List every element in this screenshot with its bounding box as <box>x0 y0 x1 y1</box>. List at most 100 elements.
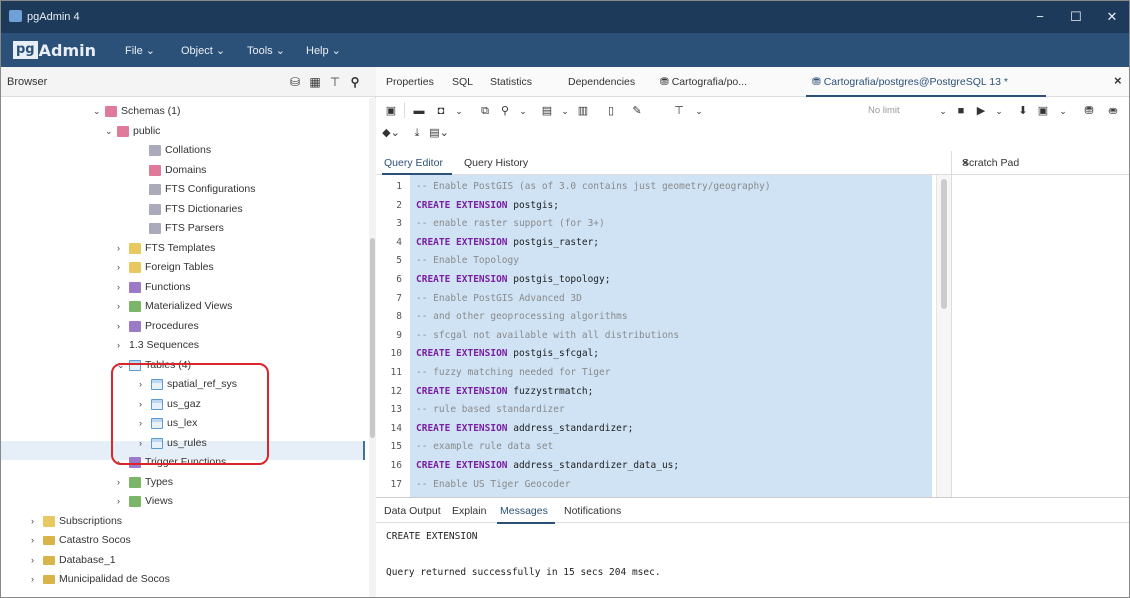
tab-statistics[interactable]: Statistics <box>490 76 532 88</box>
tree-node[interactable]: › Materialized Views <box>117 297 232 316</box>
chevron-right-icon[interactable]: › <box>117 239 129 258</box>
tree-node[interactable]: › Procedures <box>117 317 199 336</box>
chevron-right-icon[interactable]: › <box>31 512 43 531</box>
tab-query-editor[interactable]: Query Editor <box>384 157 443 169</box>
chevron-right-icon[interactable]: › <box>117 473 129 492</box>
delete-icon[interactable]: ▯ <box>600 102 622 120</box>
chevron-right-icon[interactable]: › <box>31 570 43 589</box>
macros-icon[interactable]: ▤⌄ <box>428 124 450 142</box>
line-number: 5 <box>396 255 402 267</box>
filter-icon[interactable]: ⊤ <box>668 102 690 120</box>
sql-editor[interactable]: 1 -- Enable PostGIS (as of 3.0 contains j… <box>376 175 936 497</box>
title-bar: pgAdmin 4 − ☐ ✕ <box>1 1 1129 33</box>
output-tabs: Data Output Explain Messages Notificatio… <box>376 497 1129 524</box>
output-line-1: CREATE EXTENSION <box>386 531 478 542</box>
sql-icon[interactable]: ⊤ <box>327 74 343 90</box>
line-number: 17 <box>390 478 402 490</box>
menu-help[interactable]: Help ⌄ <box>306 44 341 57</box>
tab-data-output[interactable]: Data Output <box>384 505 441 517</box>
scratch-close-icon[interactable]: × <box>962 157 1126 169</box>
tree-scrollbar-thumb[interactable] <box>370 238 375 438</box>
tree-node[interactable]: Domains <box>137 161 206 180</box>
tab-notifications[interactable]: Notifications <box>564 505 621 517</box>
minimize-button[interactable]: − <box>1025 7 1055 27</box>
tree-scrollbar[interactable] <box>369 98 376 597</box>
tree-node[interactable]: › Functions <box>117 278 191 297</box>
chevron-right-icon[interactable]: › <box>31 531 43 550</box>
tree-node[interactable]: ⌄ public <box>105 122 160 141</box>
tree-node[interactable]: ⌄ Schemas (1) <box>93 102 181 121</box>
open-folder-icon[interactable]: ▬ <box>408 102 430 120</box>
menu-file[interactable]: File ⌄ <box>125 44 155 57</box>
tree-node[interactable]: › Municipalidad de Socos <box>31 570 170 589</box>
db-tab-icon: ⛃ <box>660 76 672 88</box>
commit-icon[interactable]: ⛃ <box>1078 102 1100 120</box>
chevron-down-icon[interactable]: ⌄ <box>512 102 534 120</box>
tab-messages[interactable]: Messages <box>500 505 548 517</box>
chevron-right-icon[interactable]: › <box>117 258 129 277</box>
tree-node[interactable]: › FTS Templates <box>117 239 215 258</box>
chevron-right-icon[interactable]: › <box>117 492 129 511</box>
chevron-right-icon[interactable]: › <box>117 297 129 316</box>
line-number: 14 <box>390 422 402 434</box>
chevron-right-icon[interactable]: › <box>117 317 129 336</box>
tree-node[interactable]: › Types <box>117 473 173 492</box>
tree-node[interactable]: › Subscriptions <box>31 512 122 531</box>
tree-node[interactable]: FTS Dictionaries <box>137 200 243 219</box>
tab-query-tool[interactable]: ⛃ Cartografia/postgres@PostgreSQL 13 * <box>812 76 1008 88</box>
tree-node[interactable]: › Foreign Tables <box>117 258 214 277</box>
tab-query-history[interactable]: Query History <box>464 157 528 169</box>
chevron-down-icon[interactable]: ⌄ <box>688 102 710 120</box>
chevron-down-icon[interactable]: ⌄ <box>448 102 470 120</box>
tree-node-label: Subscriptions <box>59 515 123 527</box>
tab-cartografia-short[interactable]: ⛃ Cartografia/po... <box>660 76 747 88</box>
tab-properties[interactable]: Properties <box>386 76 434 88</box>
tree-node[interactable]: › Catastro Socos <box>31 531 131 550</box>
chevron-right-icon[interactable]: › <box>31 551 43 570</box>
maximize-button[interactable]: ☐ <box>1061 7 1091 27</box>
chevron-down-icon[interactable]: ⌄ <box>988 102 1010 120</box>
code-text: -- Enable Topology <box>416 255 519 267</box>
line-number: 9 <box>396 329 402 341</box>
tree-node[interactable]: › 1.3 Sequences <box>117 336 199 355</box>
edit-icon[interactable]: ✎ <box>626 102 648 120</box>
table-icon[interactable]: ▦ <box>307 74 323 90</box>
tab-sql[interactable]: SQL <box>452 76 473 88</box>
editor-scrollbar[interactable] <box>936 175 951 497</box>
explain-analyze-icon[interactable]: ▣ <box>1032 102 1054 120</box>
chevron-down-icon[interactable]: ⌄ <box>93 102 105 121</box>
tree-node[interactable]: › Database_1 <box>31 551 116 570</box>
chevron-right-icon[interactable]: › <box>117 278 129 297</box>
tab-explain[interactable]: Explain <box>452 505 486 517</box>
menu-tools[interactable]: Tools ⌄ <box>247 44 285 57</box>
tabs-close-icon[interactable]: × <box>1114 73 1122 88</box>
chevron-down-icon[interactable]: ⌄ <box>1052 102 1074 120</box>
tree-node[interactable]: FTS Configurations <box>137 180 255 199</box>
download-icon[interactable]: ⤓ <box>406 124 428 142</box>
explain-icon[interactable]: ⬇ <box>1012 102 1034 120</box>
editor-scrollbar-thumb[interactable] <box>941 179 947 309</box>
tree-node[interactable]: › Views <box>117 492 173 511</box>
save-icon[interactable]: ▣ <box>380 102 402 120</box>
copy-icon[interactable]: ⧉ <box>474 102 496 120</box>
close-button[interactable]: ✕ <box>1097 7 1127 27</box>
tab-dependencies[interactable]: Dependencies <box>568 76 635 88</box>
menu-object[interactable]: Object ⌄ <box>181 44 225 57</box>
code-line: -- fuzzy matching needed for Tiger <box>416 367 610 378</box>
purple-node-icon <box>129 321 141 332</box>
paste-icon[interactable]: ▥ <box>572 102 594 120</box>
sql-keyword: CREATE EXTENSION <box>416 236 508 248</box>
line-number: 1 <box>396 181 402 192</box>
chevron-right-icon[interactable]: › <box>117 336 129 355</box>
rollback-icon[interactable]: ⛂ <box>1102 102 1124 120</box>
clear-icon[interactable]: ◆⌄ <box>380 124 402 142</box>
tree-node[interactable]: Collations <box>137 141 211 160</box>
row-limit-select[interactable]: No limit <box>868 102 928 120</box>
stop-icon[interactable]: ■ <box>950 102 972 120</box>
tree-node[interactable]: FTS Parsers <box>137 219 224 238</box>
search-icon[interactable]: ⚲ <box>347 74 363 90</box>
scratch-pad[interactable]: Scratch Pad × <box>951 151 1129 497</box>
database-icon[interactable]: ⛁ <box>287 74 303 90</box>
code-text: -- example rule data set <box>416 441 554 453</box>
chevron-down-icon[interactable]: ⌄ <box>105 122 117 141</box>
